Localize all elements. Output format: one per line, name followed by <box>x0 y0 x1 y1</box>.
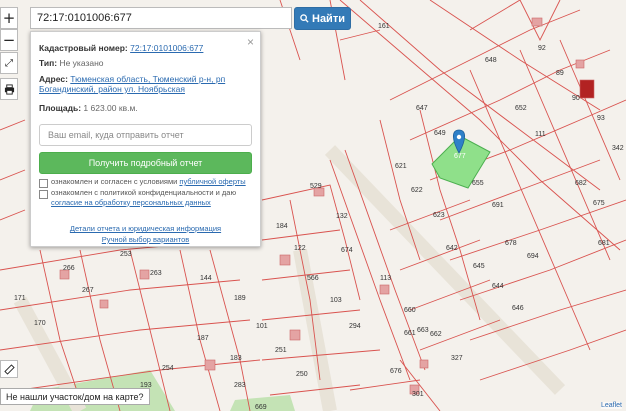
map-label: 566 <box>307 275 319 282</box>
find-button-label: Найти <box>312 12 345 25</box>
map-label: 250 <box>296 371 308 378</box>
map-label: 342 <box>612 145 624 152</box>
map-label: 161 <box>378 23 390 30</box>
map-label: 674 <box>341 247 353 254</box>
map-label: 529 <box>310 183 322 190</box>
map-label: 251 <box>275 347 287 354</box>
fullscreen-button[interactable]: ⤢ <box>0 52 18 74</box>
map-label: 675 <box>593 200 605 207</box>
expand-icon: ⤢ <box>5 57 13 69</box>
ruler-icon <box>3 363 15 375</box>
map-label: 682 <box>575 180 587 187</box>
map-label: 103 <box>330 297 342 304</box>
area-value: 1 623.00 кв.м. <box>83 103 138 113</box>
map-label: 294 <box>349 323 361 330</box>
map-label: 661 <box>404 330 416 337</box>
measure-button[interactable] <box>0 360 18 378</box>
map-label: 93 <box>597 115 605 122</box>
map-label: 655 <box>472 180 484 187</box>
personal-data-link[interactable]: согласие на обработку персональных данны… <box>51 198 211 207</box>
map-label: 189 <box>234 295 246 302</box>
map-label: 649 <box>434 130 446 137</box>
map-label: 662 <box>430 331 442 338</box>
map-label: 642 <box>446 245 458 252</box>
public-offer-link[interactable]: публичной оферты <box>179 177 245 186</box>
map-label: 648 <box>485 57 497 64</box>
map-label: 170 <box>34 320 46 327</box>
map-label: 652 <box>515 105 527 112</box>
map-label: 263 <box>150 270 162 277</box>
map-label: 267 <box>82 287 94 294</box>
map-label: 92 <box>538 45 546 52</box>
map-label: 283 <box>234 382 246 389</box>
leaflet-attribution-link[interactable]: Leaflet <box>600 402 622 409</box>
manual-selection-link[interactable]: Ручной выбор вариантов <box>31 235 260 244</box>
type-label: Тип: <box>39 58 58 68</box>
search-box <box>30 7 292 29</box>
map-label: 253 <box>120 251 132 258</box>
map-label: 681 <box>598 240 610 247</box>
map-label: 691 <box>492 202 504 209</box>
zoom-in-button[interactable]: + <box>0 7 18 29</box>
map-label: 122 <box>294 245 306 252</box>
map-label: 644 <box>492 283 504 290</box>
map-label: 669 <box>255 404 267 411</box>
address-line2[interactable]: Богандинский, район ул. Ноябрьская <box>39 84 185 94</box>
cadastral-number-link[interactable]: 72:17:0101006:677 <box>130 43 203 53</box>
map-label: 113 <box>380 275 391 282</box>
map-label: 89 <box>556 70 564 77</box>
map-label: 645 <box>473 263 485 270</box>
map-label: 622 <box>411 187 423 194</box>
map-label: 144 <box>200 275 212 282</box>
privacy-consent-checkbox[interactable] <box>39 190 48 199</box>
map-label: 301 <box>412 391 424 398</box>
find-button[interactable]: Найти <box>294 7 351 30</box>
map-label: 184 <box>276 223 288 230</box>
map-label: 90 <box>572 95 580 102</box>
address-line1[interactable]: Тюменская область, Тюменский р-н, рп <box>70 74 225 84</box>
map-label: 266 <box>63 265 75 272</box>
map-label: 647 <box>416 105 428 112</box>
offer-consent-checkbox[interactable] <box>39 179 48 188</box>
map-label: 660 <box>404 307 416 314</box>
report-details-link[interactable]: Детали отчета и юридическая информация <box>31 224 260 233</box>
map-label: 111 <box>535 131 546 138</box>
privacy-consent-text: ознакомлен с политикой конфиденциальност… <box>51 188 252 207</box>
map-label: 621 <box>395 163 407 170</box>
type-value: Не указано <box>59 58 104 68</box>
print-button[interactable] <box>0 78 18 100</box>
map-label: 676 <box>390 368 402 375</box>
search-icon <box>300 14 309 23</box>
map-label: 623 <box>433 212 445 219</box>
not-found-button[interactable]: Не нашли участок/дом на карте? <box>0 388 150 405</box>
search-input[interactable] <box>31 8 291 28</box>
map-label: 254 <box>162 365 174 372</box>
cadastral-label: Кадастровый номер: <box>39 43 128 53</box>
map-label: 646 <box>512 305 524 312</box>
get-report-button[interactable]: Получить подробный отчет <box>39 152 252 174</box>
map-label: 183 <box>230 355 242 362</box>
map-label: 132 <box>336 213 348 220</box>
area-label: Площадь: <box>39 103 82 113</box>
map-label: 694 <box>527 253 539 260</box>
map-label: 663 <box>417 327 429 334</box>
address-label: Адрес: <box>39 74 68 84</box>
map-label: 101 <box>256 323 268 330</box>
zoom-out-button[interactable]: − <box>0 29 18 51</box>
offer-consent-text: ознакомлен и согласен с условиями публич… <box>51 177 252 187</box>
map-label: 187 <box>197 335 209 342</box>
privacy-consent-label: ознакомлен с политикой конфиденциальност… <box>51 188 237 197</box>
parcel-info-popup: × Кадастровый номер: 72:17:0101006:677 Т… <box>30 31 261 247</box>
map-label: 677 <box>454 153 466 160</box>
printer-icon <box>4 83 14 95</box>
offer-consent-label: ознакомлен и согласен с условиями <box>51 177 180 186</box>
map-label: 678 <box>505 240 517 247</box>
map-label: 327 <box>451 355 463 362</box>
map-label: 171 <box>14 295 26 302</box>
email-input[interactable] <box>39 124 252 146</box>
